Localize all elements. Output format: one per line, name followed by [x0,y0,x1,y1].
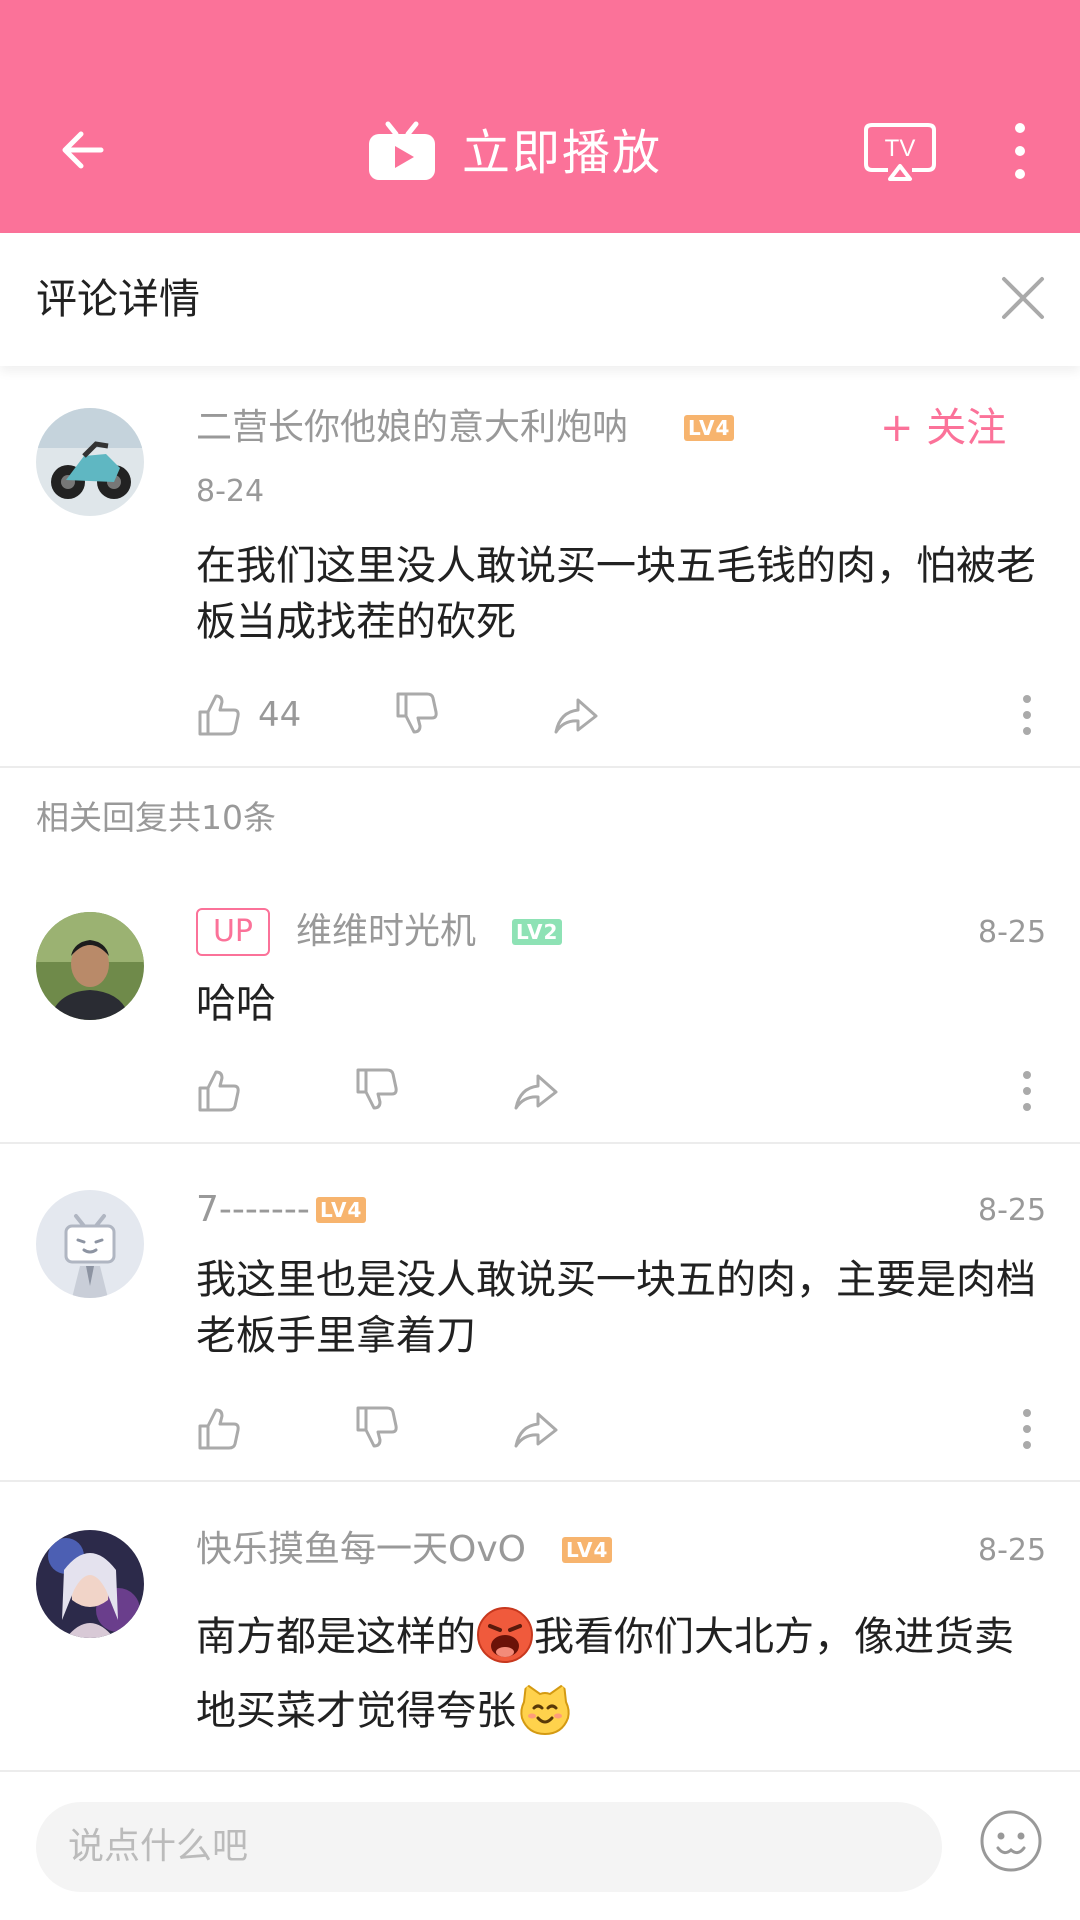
thumb-down-icon[interactable] [354,1066,400,1112]
comment-date: 8-24 [196,474,265,509]
tv-play-icon [369,121,435,180]
close-icon[interactable] [1000,275,1046,321]
level-badge: LV2 [512,919,563,945]
comment-actions: 44 [196,690,1046,740]
reply-actions [196,1066,1046,1116]
top-bar: 立即播放 TV [0,0,1080,233]
share-icon[interactable] [512,1068,558,1114]
tv-label: TV [885,135,916,162]
comment-input-placeholder: 说点什么吧 [68,1826,249,1867]
reply-date: 8-25 [978,915,1047,950]
emoji-icon[interactable] [978,1808,1044,1874]
share-icon[interactable] [552,692,598,738]
avatar[interactable] [36,912,144,1020]
thumb-up-icon[interactable] [196,1068,242,1114]
reply-text: 哈哈 [196,981,276,1027]
avatar[interactable] [36,408,144,516]
reply-text: 我这里也是没人敢说买一块五的肉，主要是肉档老板手里拿着刀 [196,1257,1036,1359]
comment-text: 在我们这里没人敢说买一块五毛钱的肉，怕被老板当成找茬的砍死 [196,543,1036,645]
more-vertical-icon[interactable] [1004,694,1050,740]
angry-emoji-icon [477,1607,533,1663]
comment-detail-header: 评论详情 [0,233,1080,366]
reply-text: 南方都是这样的 我看你们大北方，像进货卖地买菜才觉得夸张 [196,1600,1046,1748]
level-badge: LV4 [684,415,735,441]
reply-count-label: 相关回复共10条 [36,798,276,837]
comment-composer: 说点什么吧 [0,1770,1080,1920]
more-vertical-icon[interactable] [1008,120,1032,182]
page-title: 评论详情 [36,275,200,323]
thumb-down-icon[interactable] [354,1404,400,1450]
up-badge: UP [196,908,270,956]
level-badge: LV4 [562,1537,613,1563]
reply-text-part: 南方都是这样的 [196,1614,476,1660]
reply-username[interactable]: 快乐摸鱼每一天OvO [196,1527,526,1573]
avatar[interactable] [36,1190,144,1298]
follow-button[interactable]: + 关注 [880,400,1006,456]
reply-username[interactable]: 7------- [196,1187,310,1233]
reply-username[interactable]: 维维时光机 [296,909,476,955]
divider [0,1142,1080,1144]
avatar[interactable] [36,1530,144,1638]
more-vertical-icon[interactable] [1004,1070,1050,1116]
play-now-button[interactable]: 立即播放 [366,118,662,188]
thumb-down-icon[interactable] [394,690,440,736]
more-vertical-icon[interactable] [1004,1408,1050,1454]
like-count: 44 [258,695,302,735]
share-icon[interactable] [512,1406,558,1452]
thumb-up-icon[interactable] [196,1406,242,1452]
thumb-up-icon[interactable] [196,692,242,738]
comment-input[interactable]: 说点什么吧 [36,1802,942,1892]
divider [0,766,1080,768]
level-badge: LV4 [316,1197,367,1223]
divider [0,1480,1080,1482]
comment-username[interactable]: 二营长你他娘的意大利炮呐 [196,405,628,451]
reply-date: 8-25 [978,1533,1047,1568]
cat-emoji-icon [520,1682,570,1736]
reply-date: 8-25 [978,1193,1047,1228]
tv-cast-icon[interactable]: TV [862,122,938,182]
arrow-left-icon[interactable] [55,120,115,180]
play-now-label: 立即播放 [462,125,663,181]
reply-actions [196,1404,1046,1454]
